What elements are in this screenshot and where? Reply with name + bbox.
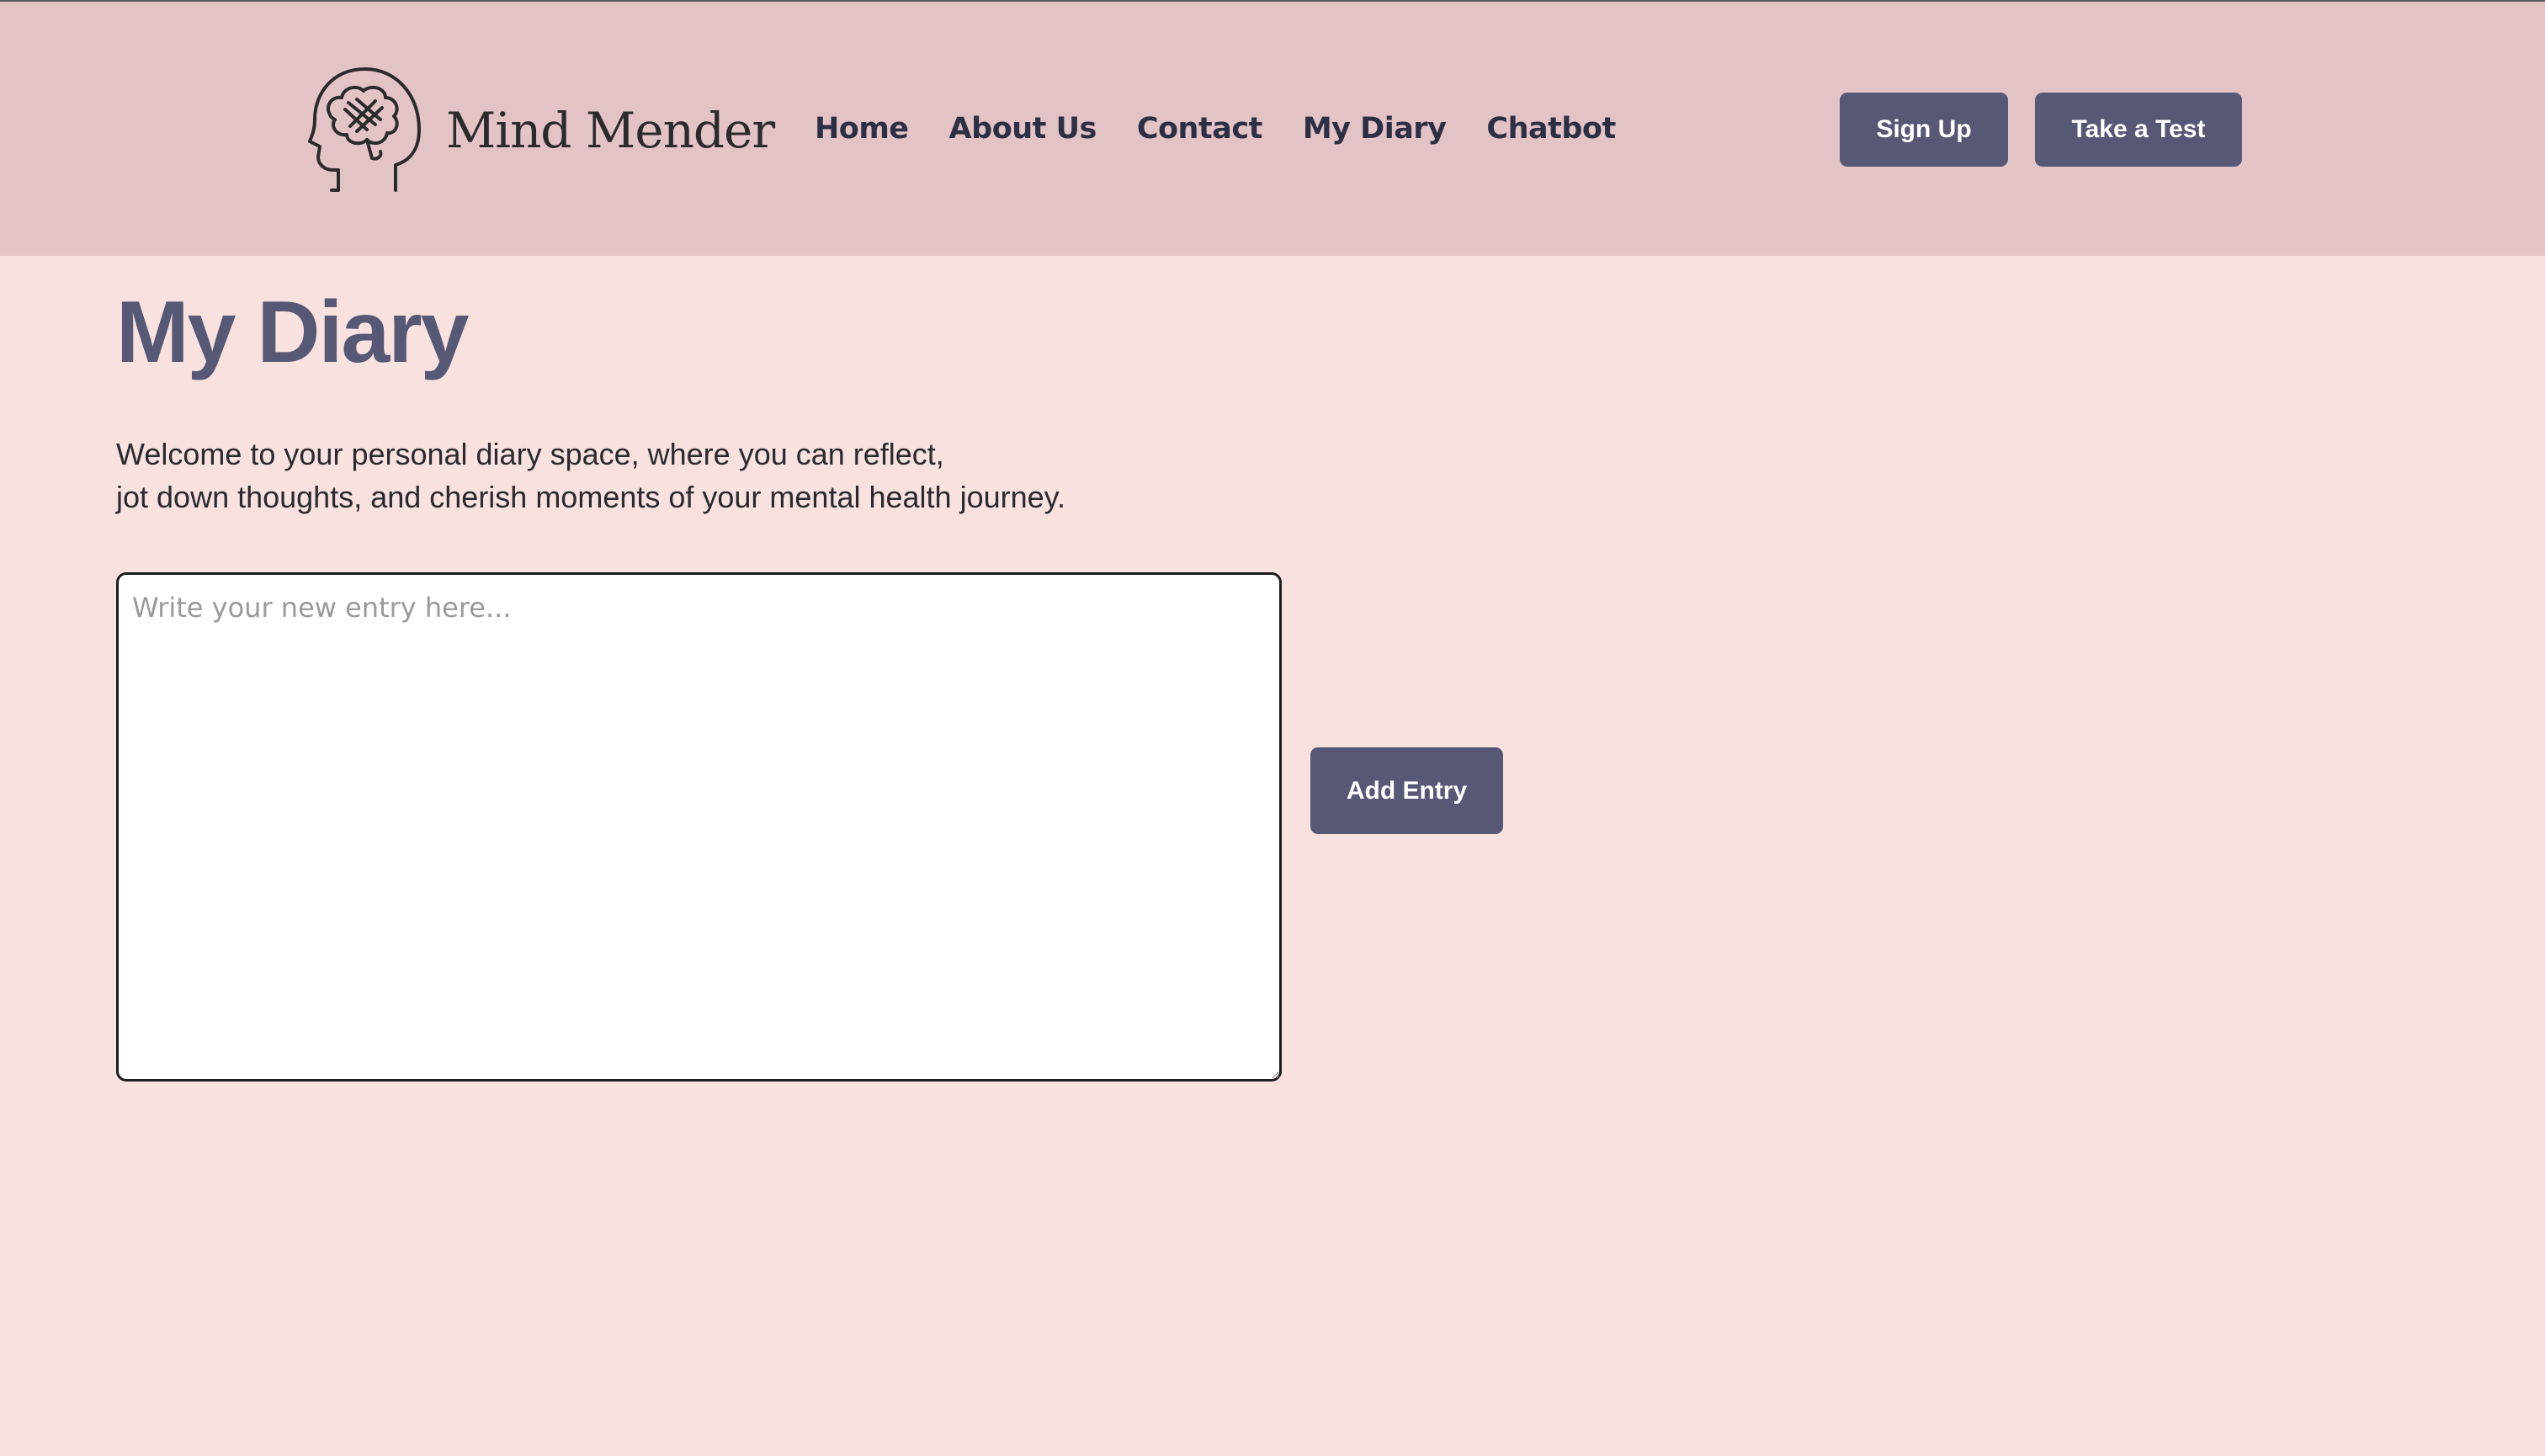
- nav-home[interactable]: Home: [815, 112, 909, 146]
- site-header: Mind Mender Home About Us Contact My Dia…: [0, 0, 2545, 256]
- intro-text: Welcome to your personal diary space, wh…: [116, 433, 1065, 518]
- logo-text: Mind Mender: [446, 102, 775, 159]
- nav-chatbot[interactable]: Chatbot: [1486, 112, 1616, 146]
- sign-up-button[interactable]: Sign Up: [1840, 93, 2008, 167]
- page-title: My Diary: [116, 284, 470, 381]
- diary-entry-input[interactable]: [116, 572, 1282, 1081]
- intro-line-2: jot down thoughts, and cherish moments o…: [116, 480, 1065, 514]
- take-a-test-button[interactable]: Take a Test: [2035, 93, 2242, 167]
- nav-my-diary[interactable]: My Diary: [1303, 112, 1447, 146]
- main-nav: Home About Us Contact My Diary Chatbot: [815, 103, 1656, 155]
- nav-about-us[interactable]: About Us: [949, 112, 1097, 146]
- add-entry-button[interactable]: Add Entry: [1310, 747, 1503, 834]
- nav-contact[interactable]: Contact: [1137, 112, 1262, 146]
- intro-line-1: Welcome to your personal diary space, wh…: [116, 437, 944, 471]
- brain-head-icon: [308, 66, 422, 196]
- logo-link[interactable]: Mind Mender: [308, 66, 775, 196]
